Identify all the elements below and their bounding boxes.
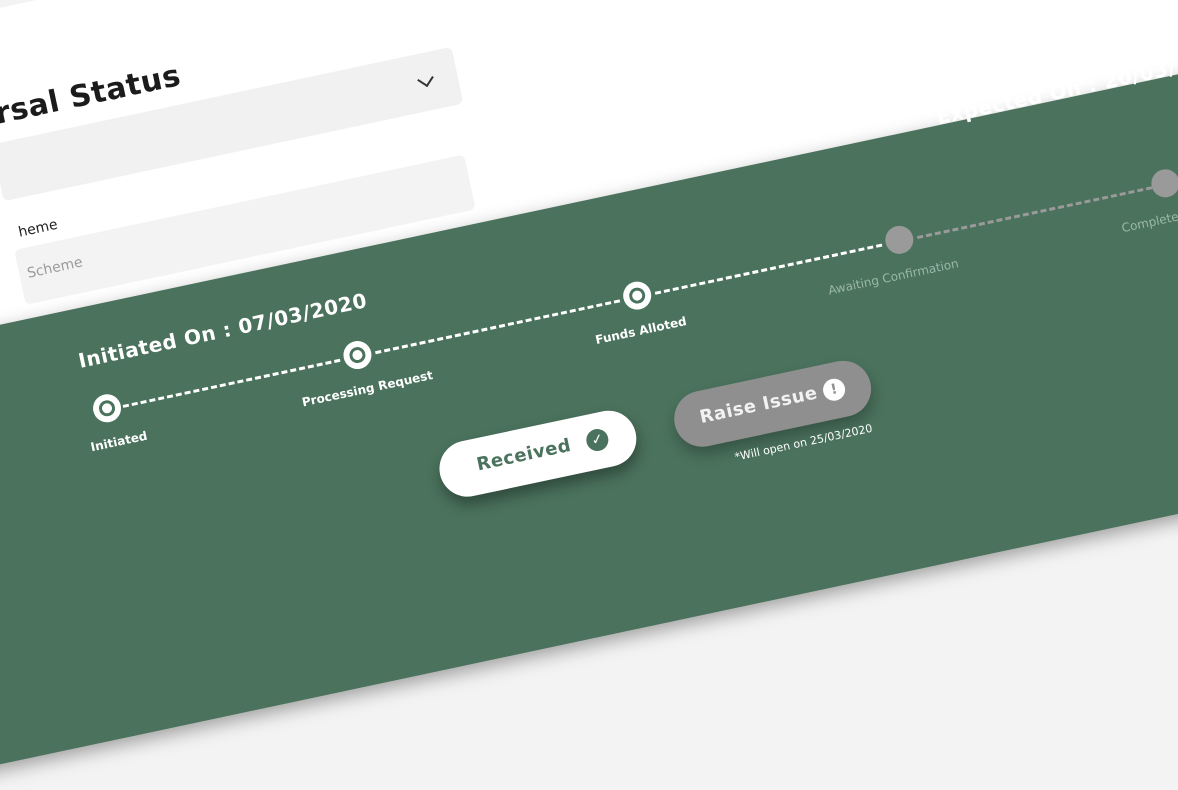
scheme-label: heme: [16, 216, 60, 241]
chevron-down-icon: [417, 70, 434, 88]
exclamation-icon: !: [821, 376, 848, 403]
raise-issue-button-label: Raise Issue: [697, 382, 820, 428]
received-button-label: Received: [474, 434, 573, 476]
step-awaiting-confirmation-label: Awaiting Confirmation: [826, 256, 960, 298]
step-completed-label: Completed: [1120, 207, 1178, 236]
connector-2: [375, 299, 621, 355]
step-initiated-node: [90, 391, 124, 425]
step-funds-alloted-label: Funds Alloted: [594, 314, 688, 348]
step-processing-request-node: [340, 338, 375, 372]
step-awaiting-confirmation-node: [882, 223, 916, 257]
check-icon: ✓: [584, 426, 611, 454]
page-scene: rsal Status heme Scheme Expected On : 20…: [0, 0, 1178, 790]
connector-4: [916, 186, 1153, 240]
step-funds-alloted-node: [620, 278, 654, 313]
step-processing-request-label: Processing Request: [300, 367, 435, 410]
step-completed-node: [1148, 166, 1178, 200]
scheme-input-placeholder: Scheme: [25, 254, 85, 282]
